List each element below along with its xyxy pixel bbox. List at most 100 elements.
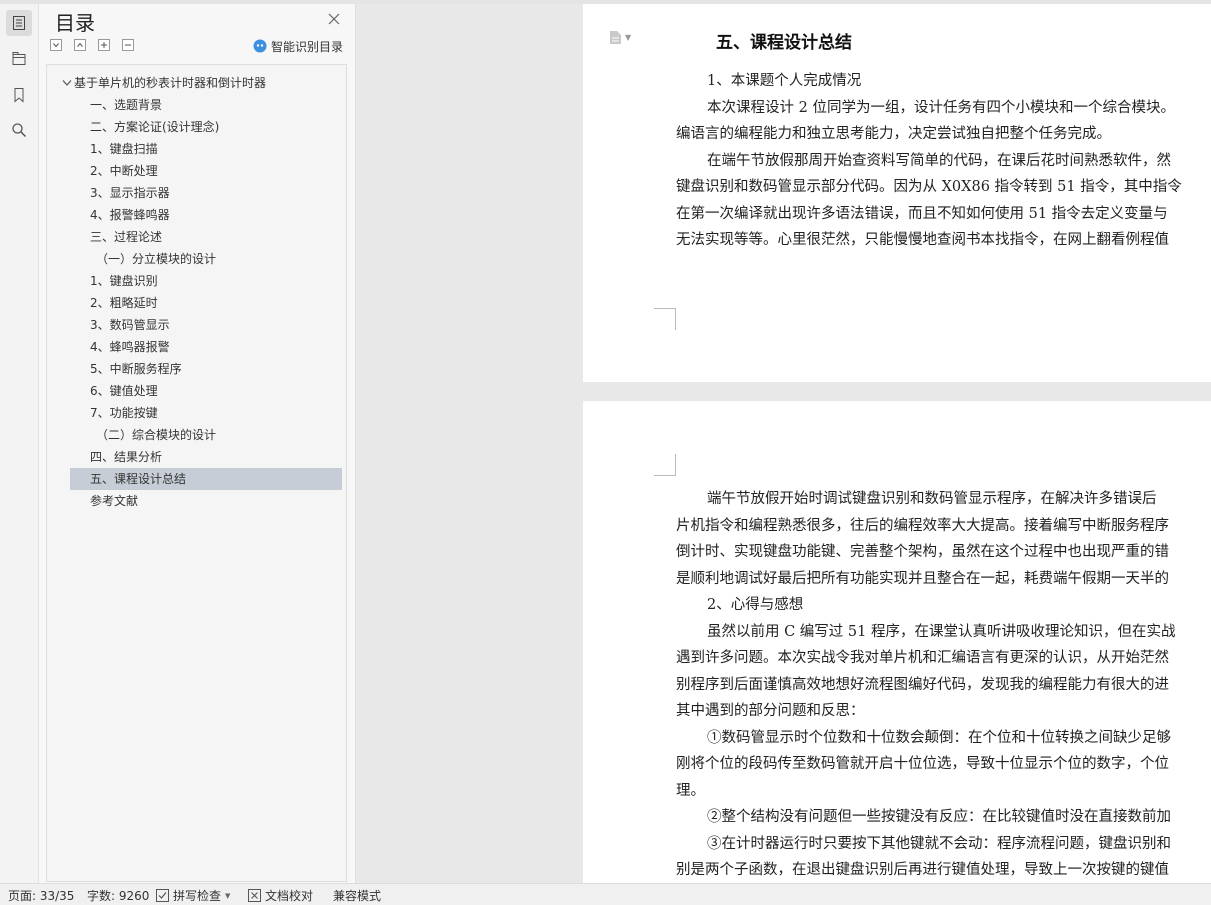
toc-item-label: （二）综合模块的设计 [96,428,217,442]
paragraph-line: 理。 [676,782,705,799]
toc-item-label: 6、键值处理 [90,384,158,398]
toc-item[interactable]: 3、数码管显示 [70,314,342,336]
spell-check-label: 拼写检查 [173,889,222,903]
remove-heading-button[interactable] [122,39,134,51]
page-corner-mark-icon [654,454,676,476]
paragraph-line: 在端午节放假那周开始查资料写简单的代码，在课后花时间熟悉软件，然 [707,152,1171,169]
toc-item-label: 2、粗略延时 [90,296,158,310]
paragraph-line: 刚将个位的段码传至数码管就开启十位位选，导致十位显示个位的数字，个位 [676,756,1169,772]
navigation-rail [0,4,39,883]
toc-item-label: 参考文献 [90,494,139,508]
toc-item[interactable]: 参考文献 [70,490,342,512]
toc-item-label: 四、结果分析 [90,450,163,464]
toc-item[interactable]: 5、中断服务程序 [70,358,342,380]
proofread-icon [248,889,261,902]
collapse-all-button[interactable] [74,39,86,51]
toc-item[interactable]: 3、显示指示器 [70,182,342,204]
toc-item[interactable]: 4、报警蜂鸣器 [70,204,342,226]
add-heading-button[interactable] [98,39,110,51]
chevron-down-icon [53,43,59,48]
paragraph-line: 别程序到后面谨慎高效地想好流程图编好代码，发现我的编程能力有很大的进 [676,676,1169,693]
checkbox-check-icon [156,889,169,902]
toc-item[interactable]: 2、中断处理 [70,160,342,182]
toc-item-label: 2、中断处理 [90,164,158,178]
search-icon [12,123,27,138]
toc-item[interactable]: 三、过程论述 [70,226,342,248]
search-button[interactable] [6,117,32,143]
toc-item-label: 4、报警蜂鸣器 [90,208,170,222]
minus-icon [125,44,131,46]
page-corner-mark-icon [654,308,676,330]
paragraph-line: 倒计时、实现键盘功能键、完善整个架构，虽然在这个过程中也出现严重的错 [676,544,1169,560]
plus-icon [101,42,107,48]
toc-title: 目录 [55,11,95,35]
paragraph-line: 编语言的编程能力和独立思考能力，决定尝试独自把整个任务完成。 [676,126,1111,142]
spell-check-button[interactable]: 拼写检查 ▼ [156,887,230,904]
paragraph-line: 其中遇到的部分问题和反思： [676,703,865,719]
toc-item[interactable]: 1、键盘识别 [70,270,342,292]
toc-item-label: 3、数码管显示 [90,318,170,332]
dropdown-arrow-icon: ▼ [225,891,231,900]
toc-item[interactable]: （一）分立模块的设计 [70,248,342,270]
smart-toc-button[interactable]: 智能识别目录 [253,38,343,54]
smart-recognize-icon [253,39,267,53]
outline-icon [12,52,26,65]
toc-root-item[interactable]: 基于单片机的秒表计时器和倒计时器 [56,72,342,94]
paragraph-line: ②整个结构没有问题但一些按键没有反应：在比较键值时没在直接数前加 [707,809,1171,825]
section-heading: 五、课程设计总结 [716,33,852,53]
paragraph-line: 端午节放假开始时调试键盘识别和数码管显示程序，在解决许多错误后 [707,491,1157,507]
word-count[interactable]: 字数: 9260 [87,887,149,904]
proofread-label: 文档校对 [265,889,314,903]
dropdown-arrow-icon: ▼ [625,33,632,42]
toc-item-label: 1、键盘扫描 [90,142,158,156]
smart-toc-label: 智能识别目录 [271,39,344,54]
toc-item-label: （一）分立模块的设计 [96,252,217,266]
paragraph-line: 别是两个子函数，在退出键盘识别后再进行键值处理，导致上一次按键的键值 [676,862,1169,878]
toc-item[interactable]: 7、功能按键 [70,402,342,424]
toc-item[interactable]: （二）综合模块的设计 [70,424,342,446]
toc-item[interactable]: 一、选题背景 [70,94,342,116]
toc-tree: 基于单片机的秒表计时器和倒计时器 一、选题背景二、方案论证(设计理念) 1、键盘扫… [46,64,347,882]
document-icon [610,31,621,44]
page-counter[interactable]: 页面: 33/35 [8,887,74,904]
bookmark-button[interactable] [6,82,32,108]
toc-item[interactable]: 6、键值处理 [70,380,342,402]
paragraph-line: 无法实现等等。心里很茫然，只能慢慢地查阅书本找指令，在网上翻看例程值 [676,232,1169,248]
paragraph-line: 是顺利地调试好最后把所有功能实现并且整合在一起，耗费端午假期一天半的 [676,570,1169,587]
toc-item[interactable]: 1、键盘扫描 [70,138,342,160]
toc-item-label: 7、功能按键 [90,406,158,420]
toc-panel: 目录 智能识别目录 基于单片机的秒表计时器和倒计时器 一、选题背景二、方案论证(… [39,4,356,883]
toc-item-label: 一、选题背景 [90,98,163,112]
paragraph-line: 在第一次编译就出现许多语法错误，而且不知如何使用 51 指令去定义变量与 [676,205,1168,222]
toc-view-button[interactable] [6,10,32,36]
paragraph-line: 虽然以前用 C 编写过 51 程序，在课堂认真听讲吸收理论知识，但在实战 [707,623,1176,640]
toc-item-label: 3、显示指示器 [90,186,170,200]
chevron-up-icon [77,42,83,47]
toc-item[interactable]: 二、方案论证(设计理念) [70,116,342,138]
toc-item-label: 5、中断服务程序 [90,362,182,376]
toc-item-label: 三、过程论述 [90,230,163,244]
toc-item-label: 五、课程设计总结 [90,472,187,486]
toc-item[interactable]: 2、粗略延时 [70,292,342,314]
close-icon[interactable] [327,12,341,26]
compat-mode-label: 兼容模式 [333,889,382,903]
paragraph-line: 本次课程设计 2 位同学为一组，设计任务有四个小模块和一个综合模块。 [707,99,1175,116]
toc-item[interactable]: 4、蜂鸣器报警 [70,336,342,358]
paragraph-line: 片机指令和编程熟悉很多，往后的编程效率大大提高。接着编写中断服务程序 [676,517,1169,534]
paragraph-line: ③在计时器运行时只要按下其他键就不会动：程序流程问题，键盘识别和 [707,835,1171,852]
toc-item[interactable]: 五、课程设计总结 [70,468,342,490]
page-options-button[interactable]: ▼ [609,30,631,45]
status-bar: 页面: 33/35 字数: 9260 拼写检查 ▼ 文档校对 兼容模式 [0,883,1211,905]
toc-icon [13,16,25,30]
paragraph-line: ①数码管显示时个位数和十位数会颠倒：在个位和十位转换之间缺少足够 [707,729,1171,746]
toc-item[interactable]: 四、结果分析 [70,446,342,468]
chapter-nav-button[interactable] [6,46,32,72]
bookmark-icon [14,88,24,103]
paragraph-line: 键盘识别和数码管显示部分代码。因为从 X0X86 指令转到 51 指令，其中指令 [676,179,1182,195]
expand-all-button[interactable] [50,39,62,51]
paragraph-line: 2、心得与感想 [707,597,804,613]
proofread-button[interactable]: 文档校对 [248,887,313,904]
toc-item-label: 1、键盘识别 [90,274,158,288]
chevron-down-icon[interactable] [62,79,72,87]
toc-root-label: 基于单片机的秒表计时器和倒计时器 [74,76,267,90]
